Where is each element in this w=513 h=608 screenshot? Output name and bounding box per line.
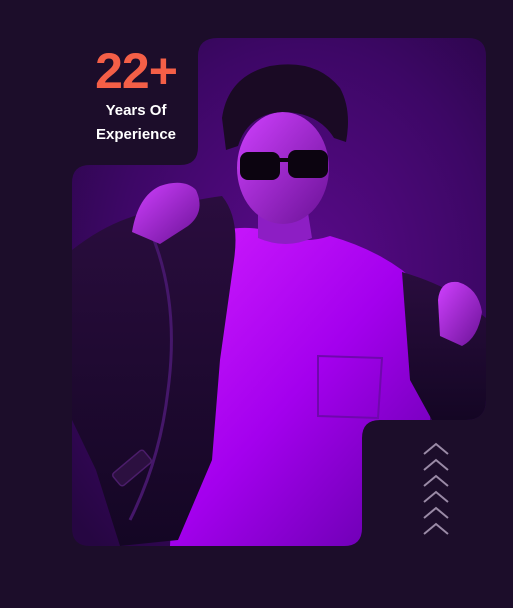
up-chevrons-icon (423, 442, 449, 535)
experience-label-line1: Years Of (105, 102, 167, 119)
experience-badge: 22+ Years Of Experience (78, 38, 194, 158)
experience-number: 22+ (95, 43, 178, 99)
hero-stage (72, 38, 486, 546)
experience-label-line2: Experience (95, 126, 177, 143)
